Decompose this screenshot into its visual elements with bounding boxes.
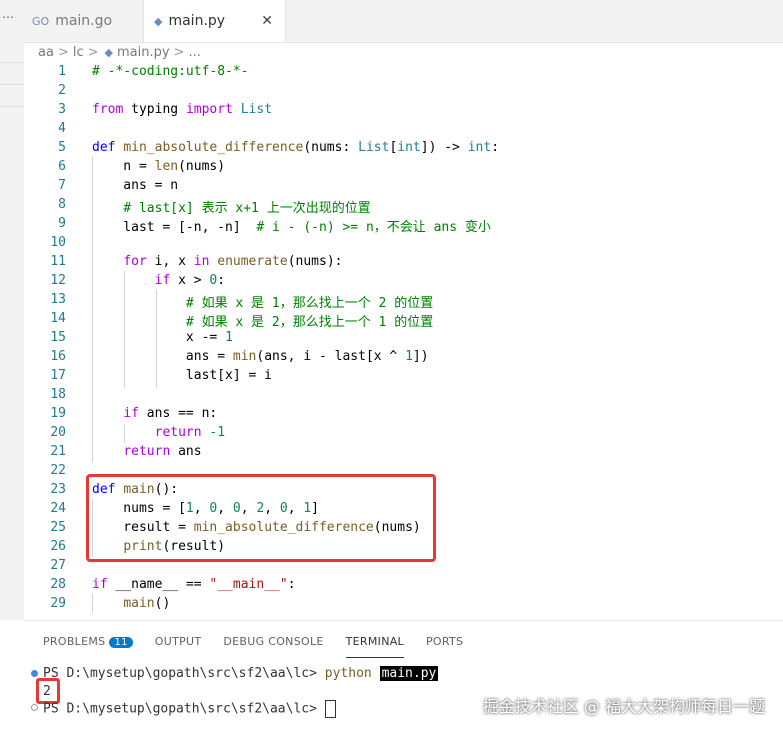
- line-number: 12: [50, 273, 66, 288]
- tab-main-go[interactable]: GO main.go: [24, 0, 144, 42]
- breadcrumb: aa > lc > ◆ main.py > ...: [38, 43, 201, 61]
- code-line: def min_absolute_difference(nums: List[i…: [92, 140, 500, 155]
- line-number: 24: [50, 501, 66, 516]
- code-line: ans = min(ans, i - last[x ^ 1]): [92, 349, 429, 364]
- code-line: last = [-n, -n] # i - (-n) >= n，不会让 ans …: [92, 220, 491, 235]
- line-number: 29: [50, 596, 66, 611]
- tab-debug-console[interactable]: DEBUG CONSOLE: [223, 635, 323, 657]
- code-line: n = len(nums): [92, 159, 226, 174]
- line-number: 2: [58, 83, 66, 98]
- terminal-prompt: PS D:\mysetup\gopath\src\sf2\aa\lc>: [43, 666, 325, 681]
- line-number: 28: [50, 577, 66, 592]
- line-number: 18: [50, 387, 66, 402]
- breadcrumb-item[interactable]: aa: [38, 45, 54, 60]
- terminal-cursor: [324, 700, 336, 718]
- close-icon[interactable]: ✕: [261, 13, 273, 29]
- chevron-right-icon: >: [57, 44, 69, 60]
- line-number: 26: [50, 539, 66, 554]
- command-status-dot: [31, 704, 38, 711]
- breadcrumb-item[interactable]: lc: [73, 45, 84, 60]
- line-number: 16: [50, 349, 66, 364]
- line-number: 20: [50, 425, 66, 440]
- breadcrumb-item[interactable]: main.py: [117, 45, 170, 60]
- python-file-icon: ◆: [154, 14, 163, 28]
- line-number: 8: [58, 197, 66, 212]
- more-icon[interactable]: ⋯: [2, 10, 14, 24]
- terminal-command: python: [324, 666, 372, 681]
- line-number: 22: [50, 463, 66, 478]
- tab-problems[interactable]: PROBLEMS 11: [43, 635, 133, 657]
- divider: [0, 62, 24, 63]
- highlight-box: [86, 474, 436, 562]
- tab-output[interactable]: OUTPUT: [155, 635, 202, 657]
- code-line: # last[x] 表示 x+1 上一次出现的位置: [123, 201, 371, 216]
- divider: [0, 106, 24, 107]
- line-number: 7: [58, 178, 66, 193]
- line-number: 15: [50, 330, 66, 345]
- code-line: from typing import List: [92, 102, 273, 117]
- line-number: 17: [50, 368, 66, 383]
- line-number: 6: [58, 159, 66, 174]
- tab-label: main.go: [55, 13, 113, 29]
- code-line: if x > 0:: [154, 273, 226, 288]
- code-line: if __name__ == "__main__":: [92, 577, 296, 592]
- line-number: 4: [58, 121, 66, 136]
- line-number: 9: [58, 216, 66, 231]
- code-line: if ans == n:: [123, 406, 218, 421]
- code-line: # 如果 x 是 2，那么找上一个 1 的位置: [185, 315, 434, 330]
- line-number: 13: [50, 292, 66, 307]
- editor-tabbar: GO main.go ◆ main.py ✕: [24, 0, 783, 43]
- tab-label: main.py: [168, 13, 226, 29]
- line-number: 23: [50, 482, 66, 497]
- line-number: 21: [50, 444, 66, 459]
- watermark: 掘金技术社区 @ 福大大架构师每日一题: [482, 697, 765, 716]
- code-line: main(): [123, 596, 171, 611]
- code-line: # -*-coding:utf-8-*-: [92, 64, 249, 79]
- go-file-icon: GO: [32, 14, 50, 28]
- code-line: ans = n: [92, 178, 179, 193]
- line-number: 5: [58, 140, 66, 155]
- code-line: x -= 1: [92, 330, 233, 345]
- terminal-line[interactable]: PS D:\mysetup\gopath\src\sf2\aa\lc>: [43, 700, 336, 718]
- line-number: 11: [50, 254, 66, 269]
- problems-badge: 11: [109, 637, 133, 648]
- line-number: 1: [58, 64, 66, 79]
- terminal-arg: main.py: [379, 666, 439, 681]
- breadcrumb-item[interactable]: ...: [188, 45, 200, 60]
- chevron-right-icon: >: [173, 44, 185, 60]
- line-number: 19: [50, 406, 66, 421]
- tab-main-py[interactable]: ◆ main.py ✕: [144, 0, 286, 42]
- line-number: 25: [50, 520, 66, 535]
- activity-strip: ⋯: [0, 0, 24, 620]
- panel-tabs: PROBLEMS 11 OUTPUT DEBUG CONSOLE TERMINAL…: [43, 635, 485, 658]
- line-number: 3: [58, 102, 66, 117]
- chevron-right-icon: >: [87, 44, 99, 60]
- code-line: return ans: [123, 444, 202, 459]
- code-line: for i, x in enumerate(nums):: [123, 254, 343, 269]
- line-number: 14: [50, 311, 66, 326]
- command-status-dot: [31, 670, 38, 677]
- tab-ports[interactable]: PORTS: [426, 635, 463, 657]
- tab-terminal[interactable]: TERMINAL: [345, 635, 404, 658]
- line-number: 10: [50, 235, 66, 250]
- code-line: last[x] = i: [92, 368, 273, 383]
- python-file-icon: ◆: [104, 45, 113, 59]
- code-line: return -1: [154, 425, 226, 440]
- terminal-line: PS D:\mysetup\gopath\src\sf2\aa\lc> pyth…: [43, 666, 439, 681]
- divider: [0, 84, 24, 85]
- code-line: # 如果 x 是 1，那么找上一个 2 的位置: [185, 296, 434, 311]
- line-number: 27: [50, 558, 66, 573]
- terminal-prompt: PS D:\mysetup\gopath\src\sf2\aa\lc>: [43, 701, 325, 717]
